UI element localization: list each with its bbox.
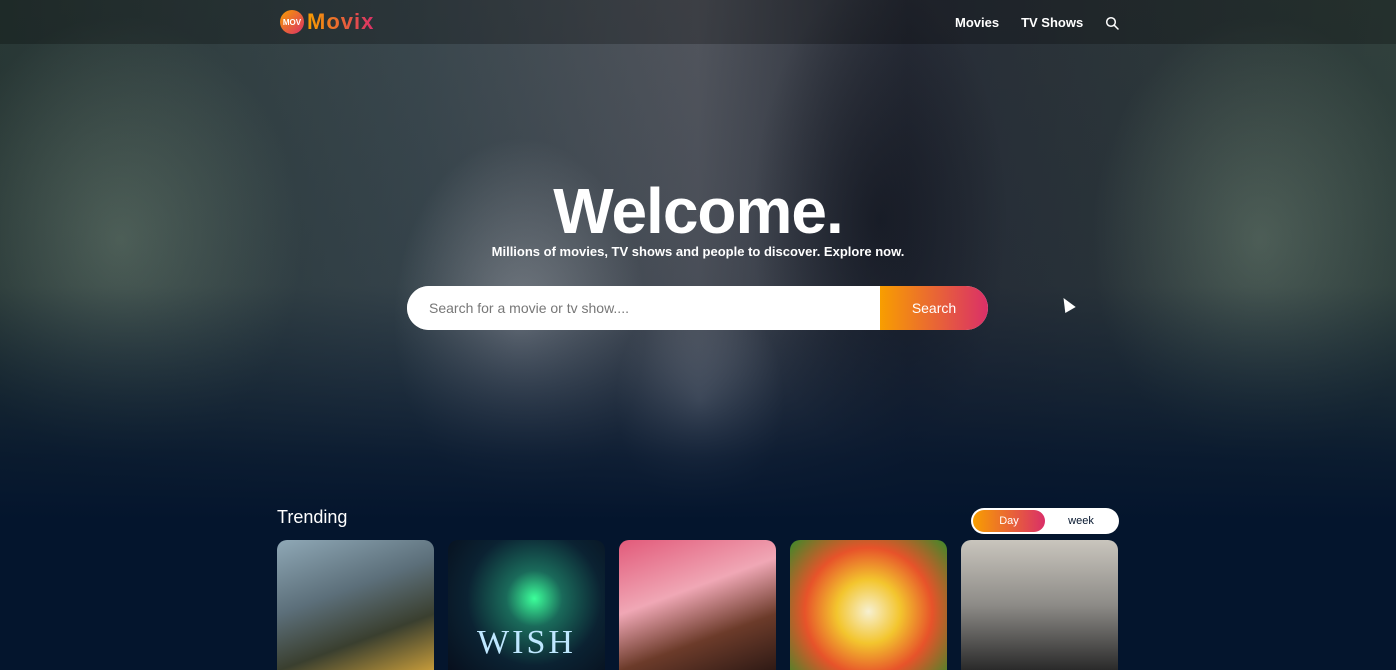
logo-text: Movix (307, 9, 375, 34)
logo-badge-text: MOV (282, 17, 302, 27)
nav-item-tv-shows[interactable]: TV Shows (1021, 15, 1083, 30)
movie-card[interactable] (619, 540, 776, 670)
movie-poster (277, 540, 434, 670)
trending-switch: Day week (971, 508, 1119, 534)
hero-content: Welcome. Millions of movies, TV shows an… (0, 175, 1396, 259)
movie-poster (961, 540, 1118, 670)
trending-title: Trending (277, 507, 348, 527)
search-bar: Search (407, 286, 988, 330)
movie-card[interactable] (277, 540, 434, 670)
poster-title: WISH (477, 624, 576, 661)
nav-item-movies[interactable]: Movies (955, 15, 999, 30)
movix-logo-icon: MOV (280, 10, 304, 34)
movie-poster (619, 540, 776, 670)
tab-week[interactable]: week (1045, 510, 1117, 532)
search-button[interactable]: Search (880, 286, 988, 330)
hero-subtitle: Millions of movies, TV shows and people … (491, 244, 905, 259)
hero-backdrop (0, 0, 1396, 520)
nav-menu: Movies TV Shows (955, 15, 1119, 30)
hero-title: Welcome. (553, 175, 844, 247)
trending-carousel: WISH (277, 540, 1132, 670)
search-icon[interactable] (1105, 16, 1119, 30)
movie-card[interactable] (790, 540, 947, 670)
search-input[interactable] (407, 286, 880, 330)
movie-poster (790, 540, 947, 670)
movie-card[interactable]: WISH (448, 540, 605, 670)
movie-card[interactable] (961, 540, 1118, 670)
hero-fade-overlay (0, 0, 1396, 520)
navbar: MOV Movix Movies TV Shows (0, 0, 1396, 44)
logo[interactable]: MOV Movix (280, 9, 374, 35)
tab-day[interactable]: Day (973, 510, 1045, 532)
